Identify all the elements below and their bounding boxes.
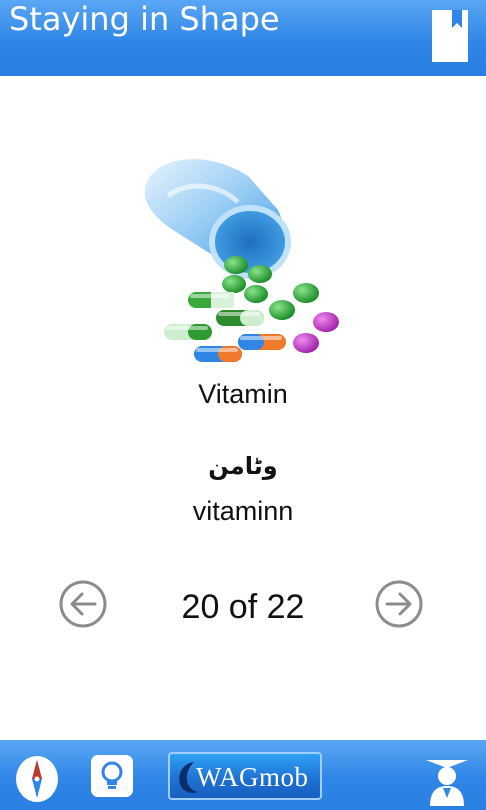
word-transliteration: vitaminn <box>192 496 294 526</box>
compass-button[interactable] <box>14 754 60 804</box>
lightbulb-icon <box>91 755 133 797</box>
next-button[interactable] <box>373 578 425 630</box>
header-bar: Staying in Shape <box>0 0 486 76</box>
vitamin-image <box>138 150 356 370</box>
wagmob-button[interactable]: WAGmob <box>168 752 322 800</box>
teacher-icon <box>426 760 468 806</box>
bookmark-icon <box>432 10 468 62</box>
word-arabic: وٹامن <box>208 452 278 480</box>
compass-icon <box>16 756 58 802</box>
arrow-right-circle-icon <box>375 580 423 628</box>
word-english: Vitamin <box>198 379 288 409</box>
app-title: Staying in Shape <box>9 0 280 38</box>
tip-button[interactable] <box>90 754 134 798</box>
footer-bar: WAGmob <box>0 740 486 810</box>
bookmark-button[interactable] <box>428 6 472 64</box>
expert-button[interactable] <box>422 750 472 806</box>
wagmob-label: WAGmob <box>196 762 309 792</box>
vitamin-pills-illustration <box>144 159 339 362</box>
